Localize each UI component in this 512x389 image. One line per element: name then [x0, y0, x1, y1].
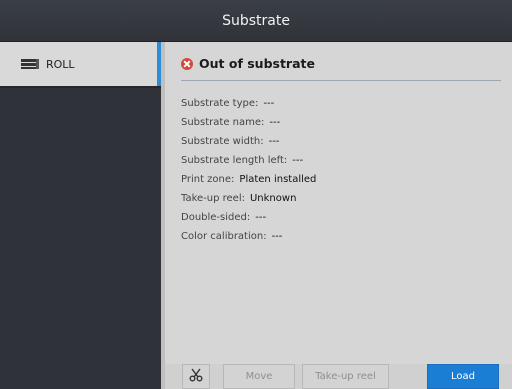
- load-button[interactable]: Load: [427, 364, 499, 389]
- prop-label: Print zone:: [181, 174, 235, 185]
- prop-label: Substrate name:: [181, 117, 265, 128]
- prop-value: ---: [292, 155, 304, 166]
- cut-button[interactable]: [182, 364, 210, 389]
- load-button-label: Load: [451, 371, 475, 382]
- window-title-bar: Substrate: [0, 0, 512, 42]
- prop-label: Color calibration:: [181, 231, 267, 242]
- prop-value: ---: [269, 117, 281, 128]
- prop-label: Substrate length left:: [181, 155, 288, 166]
- properties-list: Substrate type: --- Substrate name: --- …: [181, 94, 316, 246]
- sidebar-divider: [0, 86, 161, 88]
- prop-substrate-name: Substrate name: ---: [181, 113, 316, 132]
- prop-label: Substrate width:: [181, 136, 264, 147]
- prop-value: ---: [255, 212, 267, 223]
- bottom-toolbar: Move Take-up reel Load: [165, 364, 512, 389]
- prop-substrate-type: Substrate type: ---: [181, 94, 316, 113]
- prop-color-calibration: Color calibration: ---: [181, 227, 316, 246]
- prop-value: Unknown: [249, 193, 297, 204]
- main-panel: Out of substrate Substrate type: --- Sub…: [161, 42, 512, 389]
- prop-value: ---: [271, 231, 283, 242]
- sidebar: ROLL: [0, 42, 161, 389]
- prop-value: Platen installed: [239, 174, 317, 185]
- sidebar-item-roll[interactable]: ROLL: [0, 42, 161, 86]
- move-button[interactable]: Move: [223, 364, 295, 389]
- error-icon: [181, 57, 193, 70]
- prop-take-up-reel: Take-up reel: Unknown: [181, 189, 316, 208]
- prop-label: Take-up reel:: [181, 193, 245, 204]
- prop-label: Double-sided:: [181, 212, 251, 223]
- prop-substrate-length-left: Substrate length left: ---: [181, 151, 316, 170]
- prop-value: ---: [263, 98, 275, 109]
- move-button-label: Move: [245, 371, 273, 382]
- page-title: Substrate: [222, 12, 290, 29]
- roll-icon: [20, 58, 40, 70]
- prop-value: ---: [268, 136, 280, 147]
- status-header: Out of substrate: [181, 56, 315, 71]
- sidebar-item-label: ROLL: [46, 57, 75, 71]
- prop-double-sided: Double-sided: ---: [181, 208, 316, 227]
- prop-substrate-width: Substrate width: ---: [181, 132, 316, 151]
- prop-print-zone: Print zone: Platen installed: [181, 170, 316, 189]
- status-divider: [181, 80, 501, 81]
- status-text: Out of substrate: [199, 56, 315, 71]
- prop-label: Substrate type:: [181, 98, 259, 109]
- take-up-reel-button-label: Take-up reel: [315, 371, 376, 382]
- take-up-reel-button[interactable]: Take-up reel: [302, 364, 389, 389]
- scissors-icon: [189, 368, 203, 385]
